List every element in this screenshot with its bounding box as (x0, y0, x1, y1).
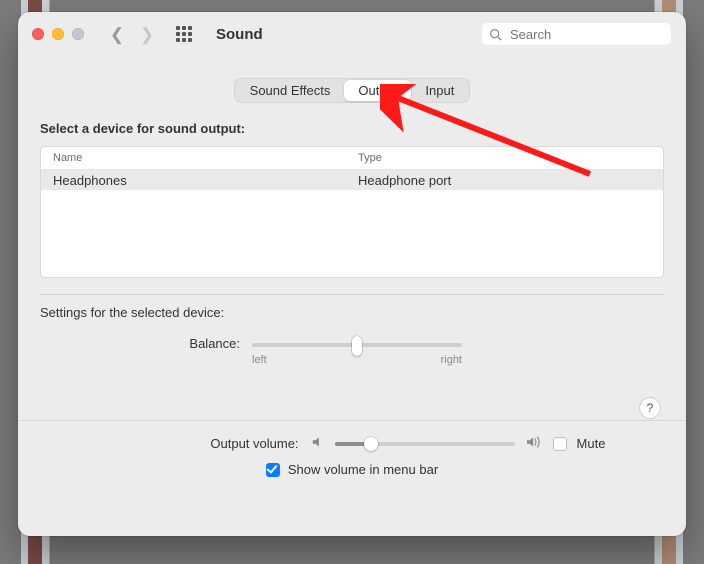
show-volume-label: Show volume in menu bar (288, 462, 438, 477)
tab-sound-effects[interactable]: Sound Effects (236, 80, 345, 101)
minimize-window-button[interactable] (52, 28, 64, 40)
zoom-window-button[interactable] (72, 28, 84, 40)
show-volume-row: Show volume in menu bar (266, 462, 438, 477)
bottom-controls: Output volume: Mute Show volume in menu … (18, 421, 686, 477)
nav-buttons: ❮ ❯ (108, 26, 156, 43)
output-device-label: Select a device for sound output: (40, 121, 664, 136)
balance-label: Balance: (40, 336, 252, 351)
mute-checkbox[interactable] (553, 437, 567, 451)
column-name[interactable]: Name (41, 152, 358, 164)
traffic-lights (32, 28, 84, 40)
tabs-row: Sound Effects Output Input (18, 78, 686, 103)
show-volume-checkbox[interactable] (266, 463, 280, 477)
search-icon (489, 28, 502, 41)
balance-left-label: left (252, 354, 267, 366)
mute-label: Mute (577, 436, 606, 451)
tab-output[interactable]: Output (344, 80, 411, 101)
titlebar: ❮ ❯ Sound (18, 12, 686, 56)
search-input[interactable] (508, 26, 664, 43)
tab-input[interactable]: Input (411, 80, 468, 101)
window-title: Sound (216, 26, 263, 43)
balance-slider[interactable]: left right (252, 336, 462, 366)
device-name: Headphones (41, 173, 358, 188)
device-type: Headphone port (358, 173, 663, 188)
speaker-low-icon (311, 435, 325, 452)
balance-thumb[interactable] (352, 336, 362, 356)
search-field[interactable] (481, 22, 672, 46)
balance-row: Balance: left right (40, 336, 664, 366)
output-volume-row: Output volume: Mute (99, 435, 606, 452)
volume-thumb[interactable] (364, 437, 378, 451)
divider (40, 294, 664, 295)
back-button[interactable]: ❮ (108, 26, 126, 43)
balance-right-label: right (441, 354, 462, 366)
close-window-button[interactable] (32, 28, 44, 40)
show-all-icon[interactable] (176, 26, 192, 42)
speaker-high-icon (525, 435, 543, 452)
forward-button[interactable]: ❯ (138, 26, 156, 43)
output-volume-label: Output volume: (99, 436, 301, 451)
table-header: Name Type (41, 147, 663, 170)
table-row[interactable]: Headphones Headphone port (41, 170, 663, 190)
segmented-control: Sound Effects Output Input (234, 78, 471, 103)
settings-label: Settings for the selected device: (40, 305, 664, 320)
column-type[interactable]: Type (358, 152, 663, 164)
sound-preferences-window: ❮ ❯ Sound Sound Effects Output Input Sel… (18, 12, 686, 536)
output-devices-table: Name Type Headphones Headphone port (40, 146, 664, 278)
help-button[interactable]: ? (640, 398, 660, 418)
output-volume-slider[interactable] (335, 442, 515, 446)
